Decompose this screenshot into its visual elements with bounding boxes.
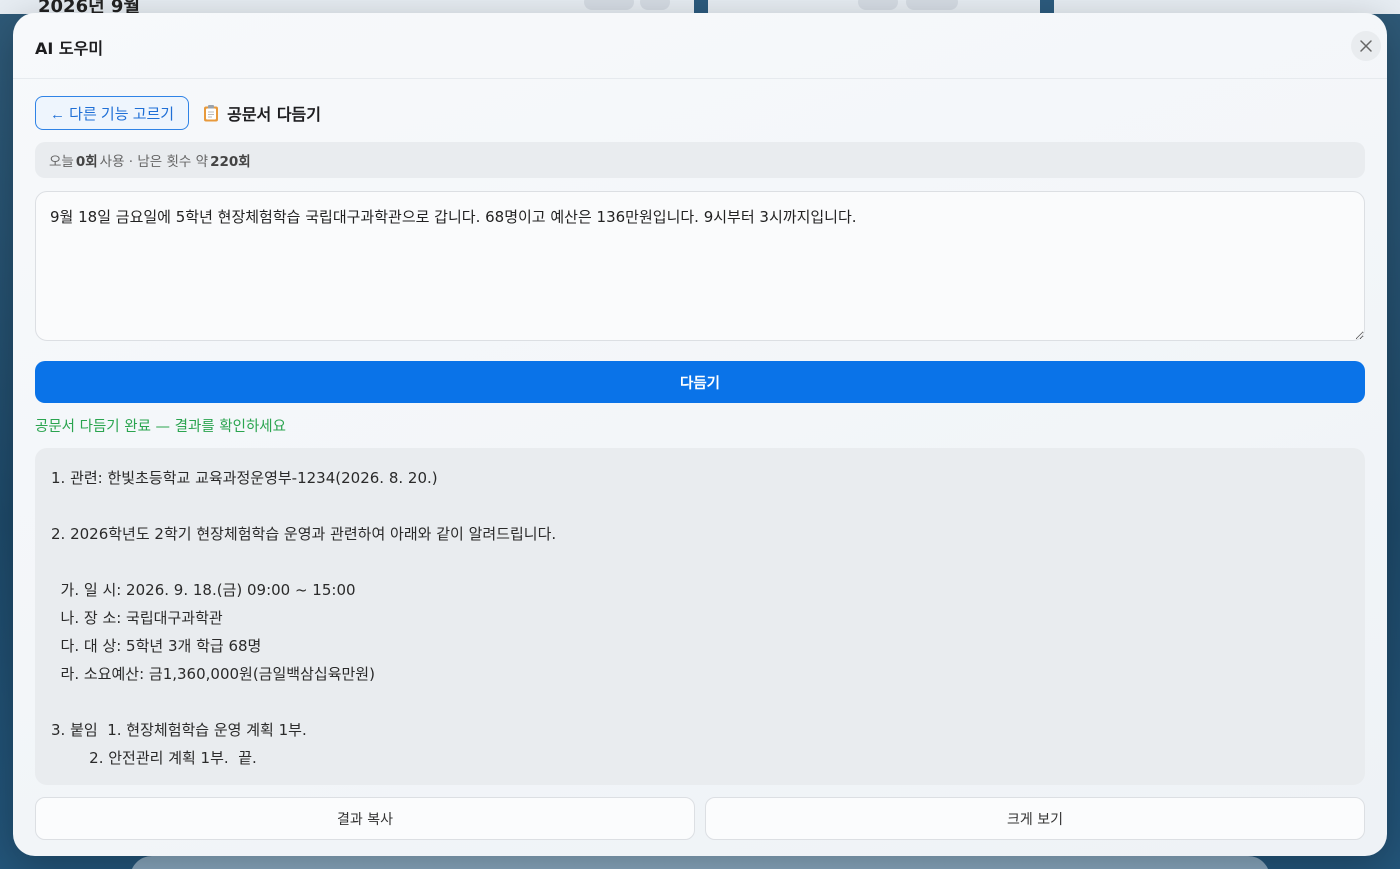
usage-used-count: 0회 bbox=[75, 154, 98, 170]
background-app-header: 2026년 9월 bbox=[0, 0, 1400, 14]
refine-submit-button[interactable]: 다듬기 bbox=[35, 361, 1365, 403]
usage-info-bar: 오늘 0회 사용 · 남은 횟수 약 220회 bbox=[35, 142, 1365, 178]
prompt-input[interactable] bbox=[35, 191, 1365, 341]
feature-row: ← 다른 기능 고르기 공문서 다듬기 bbox=[35, 96, 1365, 130]
ai-assistant-modal: AI 도우미 ← 다른 기능 고르기 공문서 다듬기 오늘 0회 사용 · 남은… bbox=[13, 13, 1387, 856]
close-button[interactable] bbox=[1351, 31, 1381, 61]
result-line: 가. 일 시: 2026. 9. 18.(금) 09:00 ~ 15:00 bbox=[51, 581, 356, 599]
result-line: 라. 소요예산: 금1,360,000원(금일백삼십육만원) bbox=[51, 665, 375, 683]
status-message: 공문서 다듬기 완료 — 결과를 확인하세요 bbox=[35, 419, 286, 435]
action-row: 결과 복사 크게 보기 bbox=[35, 797, 1365, 840]
result-output: 1. 관련: 한빛초등학교 교육과정운영부-1234(2026. 8. 20.)… bbox=[35, 448, 1365, 785]
result-line bbox=[51, 548, 1349, 576]
back-button-label: ← 다른 기능 고르기 bbox=[50, 105, 175, 123]
usage-prefix: 오늘 bbox=[49, 154, 74, 170]
prompt-input-wrapper bbox=[35, 191, 1365, 345]
background-pill bbox=[584, 0, 634, 10]
result-line bbox=[51, 492, 1349, 520]
modal-content: ← 다른 기능 고르기 공문서 다듬기 오늘 0회 사용 · 남은 횟수 약 2… bbox=[35, 96, 1365, 840]
copy-result-button[interactable]: 결과 복사 bbox=[35, 797, 695, 840]
calendar-month-title: 2026년 9월 bbox=[38, 0, 141, 14]
usage-middle: 사용 · 남은 횟수 약 bbox=[99, 154, 209, 170]
feature-title: 공문서 다듬기 bbox=[203, 101, 321, 125]
choose-other-feature-button[interactable]: ← 다른 기능 고르기 bbox=[35, 96, 190, 130]
usage-remaining-count: 220회 bbox=[210, 154, 251, 170]
result-line: 3. 붙임 1. 현장체험학습 운영 계획 1부. bbox=[51, 721, 307, 739]
background-panel bbox=[694, 0, 708, 14]
result-line: 2. 안전관리 계획 1부. 끝. bbox=[51, 749, 257, 767]
result-line bbox=[51, 688, 1349, 716]
result-line: 2. 2026학년도 2학기 현장체험학습 운영과 관련하여 아래와 같이 알려… bbox=[51, 525, 557, 543]
background-pill bbox=[858, 0, 898, 10]
result-line: 나. 장 소: 국립대구과학관 bbox=[51, 609, 223, 627]
background-pill bbox=[906, 0, 958, 10]
background-panel bbox=[1040, 0, 1054, 14]
result-line: 1. 관련: 한빛초등학교 교육과정운영부-1234(2026. 8. 20.) bbox=[51, 469, 438, 487]
clipboard-icon bbox=[204, 105, 219, 122]
background-bottom-panel bbox=[130, 856, 1270, 869]
feature-title-text: 공문서 다듬기 bbox=[227, 105, 321, 124]
close-icon bbox=[1360, 40, 1372, 52]
background-pill bbox=[640, 0, 670, 10]
modal-title: AI 도우미 bbox=[35, 39, 104, 58]
expand-view-button[interactable]: 크게 보기 bbox=[705, 797, 1365, 840]
result-line: 다. 대 상: 5학년 3개 학급 68명 bbox=[51, 637, 262, 655]
modal-header: AI 도우미 bbox=[13, 13, 1387, 79]
